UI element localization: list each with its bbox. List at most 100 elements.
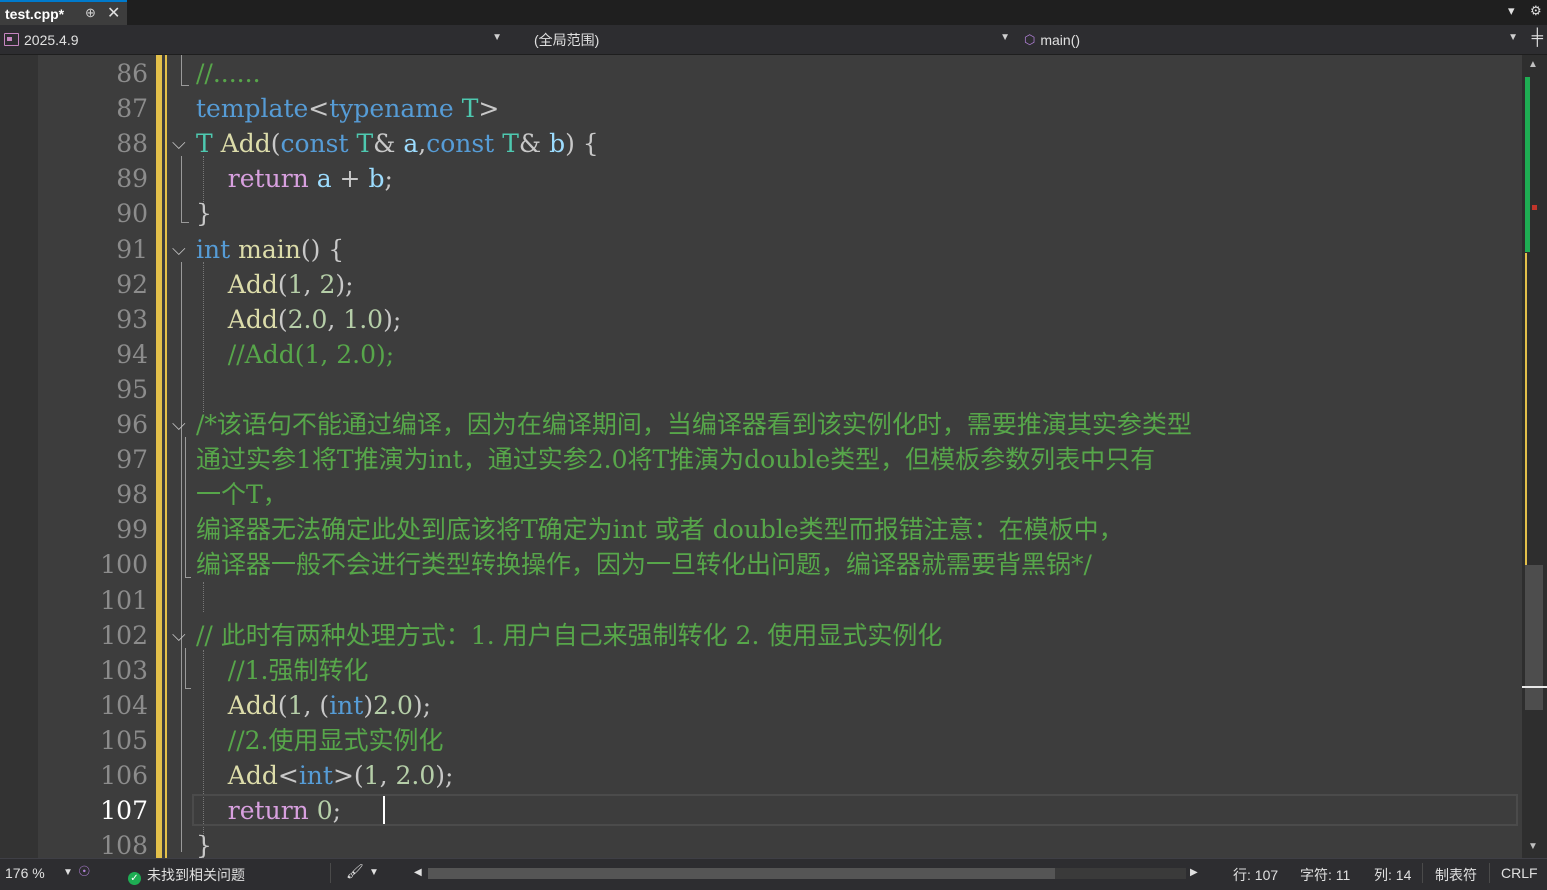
pin-icon[interactable]: ⊕ [85, 5, 96, 21]
line-number-gutter[interactable]: 86 87 88 89 90 91 92 93 94 95 96 97 98 99 100 101 102 103… [38, 55, 156, 860]
scroll-left-arrow-icon[interactable]: ◀ [414, 867, 422, 878]
project-icon [4, 33, 19, 46]
code-token: ); [435, 761, 454, 790]
divider [330, 863, 331, 883]
code-text: int main() { [196, 232, 344, 267]
chevron-down-icon: ▼ [492, 32, 502, 43]
zoom-dropdown-icon[interactable]: ▼ [63, 867, 73, 878]
scope-dropdown[interactable]: (全局范围) ▼ [512, 28, 1014, 51]
intellicode-icon[interactable]: ☉ [78, 863, 91, 880]
code-token: & [373, 129, 404, 159]
code-text: Add(2.0, 1.0); [196, 302, 401, 337]
code-token: } [196, 831, 212, 858]
chevron-down-icon: ▼ [1000, 32, 1010, 43]
error-marker [1532, 205, 1537, 210]
code-text: Add(1, 2); [196, 267, 354, 302]
code-token: ); [412, 690, 432, 720]
line-number: 96 [116, 410, 148, 439]
code-token: ( [277, 304, 288, 334]
code-token: 2.0 [373, 690, 413, 720]
divider [1422, 863, 1423, 883]
code-token: 通过实参1将T推演为int，通过实参2.0将T推演为double类型，但模板参数… [196, 445, 1156, 475]
line-indicator[interactable]: 行: 107 [1233, 865, 1278, 885]
scroll-right-arrow-icon[interactable]: ▶ [1190, 867, 1198, 878]
code-token: 1 [363, 761, 380, 790]
code-token: T [502, 129, 519, 159]
line-number: 99 [116, 515, 148, 545]
function-cube-icon: ⬡ [1024, 31, 1036, 47]
project-dropdown[interactable]: 2025.4.9 ▼ [4, 28, 506, 51]
code-text: //...... [196, 56, 261, 91]
code-token: 编译器一般不会进行类型转换操作，因为一旦转化出问题，编译器就需要背黑锅*/ [196, 550, 1092, 580]
outline-scope [181, 55, 182, 85]
horizontal-scrollbar-thumb[interactable] [428, 868, 1055, 879]
scroll-up-arrow-icon[interactable]: ▲ [1528, 59, 1538, 70]
fold-chevron-icon[interactable]: ⌵ [172, 407, 186, 442]
code-token: int [329, 690, 364, 720]
member-dropdown[interactable]: ⬡ main() ▼ [1020, 28, 1522, 51]
code-token: b [549, 129, 566, 159]
line-ending[interactable]: CRLF [1501, 865, 1538, 881]
column-indicator[interactable]: 列: 14 [1374, 865, 1411, 885]
outline-scope [181, 222, 189, 223]
code-text: template<typename T> [196, 91, 499, 126]
code-token: ; [384, 164, 393, 194]
code-token: >( [332, 761, 364, 790]
horizontal-scrollbar[interactable] [428, 868, 1186, 879]
code-text: /*该语句不能通过编译，因为在编译期间，当编译器看到该实例化时，需要推演其实参类… [196, 407, 1192, 442]
close-icon[interactable]: ✕ [107, 3, 120, 23]
code-token: ); [383, 304, 402, 334]
check-circle-icon: ✓ [128, 872, 141, 885]
zoom-level[interactable]: 176 % [5, 865, 45, 881]
brush-cleanup-icon[interactable]: 🖌 [346, 863, 364, 880]
code-text: //2.使用显式实例化 [196, 723, 444, 758]
line-number: 100 [100, 550, 148, 580]
scroll-down-arrow-icon[interactable]: ▼ [1528, 841, 1538, 852]
divider [1489, 863, 1490, 883]
outline-scope [185, 577, 191, 578]
code-token: main [238, 234, 301, 264]
indent-guide [203, 582, 204, 612]
code-text: 通过实参1将T推演为int，通过实参2.0将T推演为double类型，但模板参数… [196, 442, 1155, 477]
code-token: () { [300, 234, 345, 264]
code-token: // 此时有两种处理方式：1. 用户自己来强制转化 2. 使用显式实例化 [196, 620, 943, 650]
tabs-mode[interactable]: 制表符 [1435, 865, 1477, 885]
scrollbar-thumb[interactable] [1525, 565, 1543, 710]
fold-chevron-icon[interactable]: ⌵ [172, 232, 186, 267]
code-token: 2.0 [395, 761, 436, 790]
line-number: 98 [116, 480, 148, 510]
code-token: template [196, 94, 309, 124]
scope-name: (全局范围) [534, 31, 600, 48]
indicator-margin[interactable] [0, 55, 38, 858]
tab-list-dropdown-icon[interactable]: ▾ [1508, 3, 1515, 19]
code-token: } [196, 199, 212, 229]
code-text: T Add(const T& a,const T& b) { [196, 126, 599, 161]
line-number: 103 [100, 655, 148, 685]
fold-chevron-icon[interactable]: ⌵ [172, 618, 186, 653]
issues-indicator[interactable]: ✓ 未找到相关问题 [128, 865, 245, 885]
line-number: 101 [100, 585, 148, 615]
gear-icon[interactable]: ⚙ [1530, 3, 1542, 19]
split-window-icon[interactable]: ╪ [1532, 29, 1543, 47]
code-text: // 此时有两种处理方式：1. 用户自己来强制转化 2. 使用显式实例化 [196, 618, 942, 653]
tab-test-cpp[interactable]: test.cpp* ⊕ ✕ [0, 0, 127, 25]
vertical-scrollbar[interactable]: ▲ ▼ [1522, 55, 1547, 858]
code-editor[interactable]: //...... template<typename T> ⌵ T Add(const… [167, 55, 1521, 858]
current-line-highlight [192, 794, 1518, 826]
code-token: Add [227, 269, 278, 299]
line-number: 107 [100, 796, 148, 826]
chevron-down-icon[interactable]: ▼ [369, 867, 379, 878]
char-indicator[interactable]: 字符: 11 [1300, 865, 1350, 885]
fold-chevron-icon[interactable]: ⌵ [172, 126, 186, 161]
code-token: 一个T， [196, 480, 288, 510]
code-token: 编译器无法确定此处到底该将T确定为int 或者 double类型而报错注意：在模… [196, 515, 1124, 545]
code-token: typename [329, 94, 454, 124]
code-token: ( [277, 690, 288, 720]
chevron-down-icon: ▼ [1508, 32, 1518, 43]
code-token: < [308, 94, 330, 124]
